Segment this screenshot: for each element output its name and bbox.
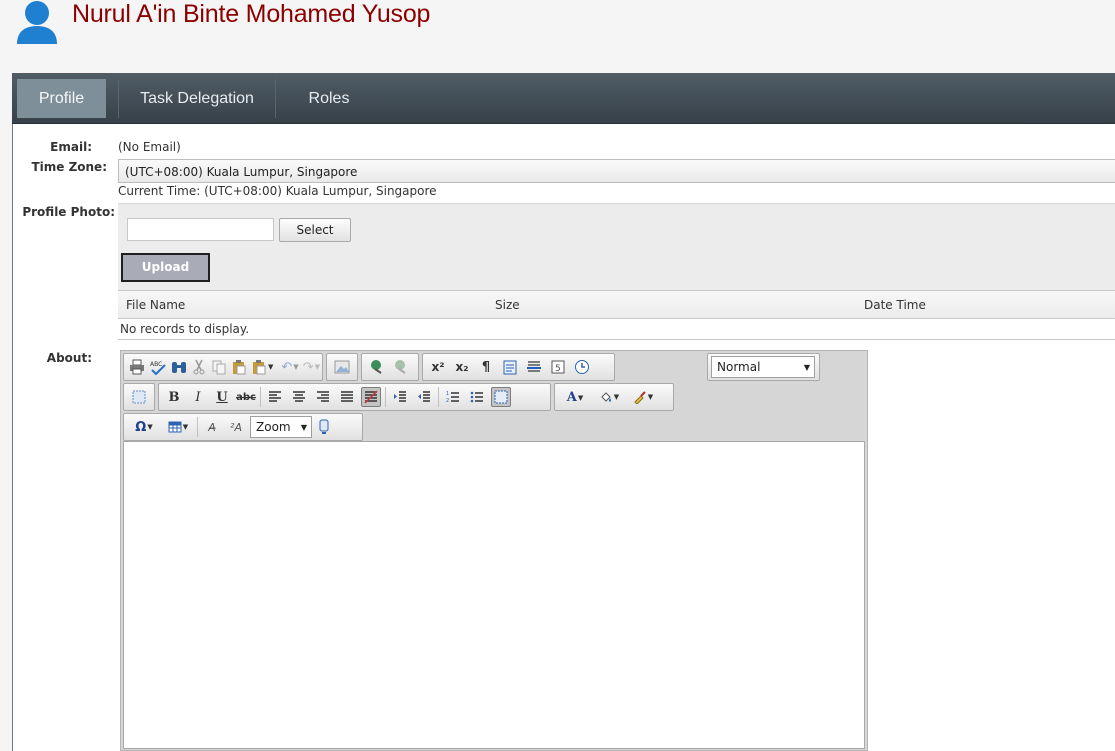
current-time-text: Current Time: (UTC+08:00) Kuala Lumpur, … — [118, 184, 437, 198]
toolbar-group — [326, 353, 358, 381]
select-file-button[interactable]: Select — [279, 218, 351, 242]
tab-profile[interactable]: Profile — [17, 79, 106, 118]
copy-icon[interactable] — [211, 357, 227, 377]
insert-date-icon[interactable] — [572, 357, 592, 377]
indent-icon[interactable] — [390, 387, 410, 407]
chevron-down-icon: ▼ — [803, 363, 810, 372]
column-size[interactable]: Size — [495, 298, 520, 312]
user-name-title: Nurul A'in Binte Mohamed Yusop — [72, 0, 431, 28]
paragraph-format-value: Normal — [717, 360, 761, 374]
tab-separator — [118, 79, 119, 118]
paragraph-format-select[interactable]: Normal ▼ — [711, 356, 815, 378]
redo-icon[interactable]: ↷ ▼ — [303, 357, 320, 377]
photo-upload-panel: Select Upload — [118, 203, 1115, 290]
italic-icon[interactable]: I — [188, 387, 208, 407]
justify-icon[interactable] — [337, 387, 357, 407]
toolbar-group: ABC ▼ ↶ ▼ ↷ ▼ — [123, 353, 323, 381]
remove-link-icon[interactable] — [391, 357, 411, 377]
editor-content-area[interactable] — [123, 441, 865, 749]
insert-snippet-icon[interactable] — [500, 357, 520, 377]
toolbar-group: A ▼ ▼ ▼ — [554, 383, 674, 411]
toggle-borders-icon[interactable] — [491, 387, 511, 407]
symbol-icon[interactable]: Ω ▼ — [129, 417, 159, 437]
print-icon[interactable] — [129, 357, 145, 377]
paragraph-icon[interactable]: ¶ — [476, 357, 496, 377]
toolbar-separator — [260, 387, 261, 407]
justify-none-icon[interactable] — [361, 387, 381, 407]
svg-text:ABC: ABC — [150, 361, 162, 368]
outdent-icon[interactable] — [414, 387, 434, 407]
toolbar-separator — [438, 387, 439, 407]
underline-icon[interactable]: U — [212, 387, 232, 407]
chevron-down-icon: ▼ — [300, 423, 307, 432]
upload-button[interactable]: Upload — [121, 253, 210, 282]
select-all-icon[interactable] — [129, 387, 149, 407]
svg-text:1: 1 — [446, 391, 449, 397]
files-table-header: File Name Size Date Time — [118, 290, 1115, 319]
cut-icon[interactable] — [191, 357, 207, 377]
timezone-select[interactable]: (UTC+08:00) Kuala Lumpur, Singapore — [118, 159, 1115, 183]
tab-separator — [275, 79, 276, 118]
about-label: About: — [46, 351, 92, 365]
subscript-icon[interactable]: x₂ — [452, 357, 472, 377]
toolbar-group: Ω ▼ ▼ A̶ ²A Zoom ▼ — [123, 413, 363, 441]
bold-icon[interactable]: B — [164, 387, 184, 407]
svg-text:2: 2 — [446, 398, 449, 404]
profile-photo-label: Profile Photo: — [22, 205, 115, 219]
apply-css-class-icon[interactable]: A̶ — [202, 417, 222, 437]
editor-toolbar-row-1: ABC ▼ ↶ ▼ ↷ ▼ x² x₂ ¶ 5 Normal ▼ — [123, 353, 867, 381]
tab-roles[interactable]: Roles — [294, 79, 364, 118]
foreground-color-icon[interactable]: A ▼ — [560, 387, 590, 407]
user-avatar-icon — [17, 1, 57, 44]
superscript-icon[interactable]: x² — [428, 357, 448, 377]
toolbar-separator — [385, 387, 386, 407]
background-color-icon[interactable]: ▼ — [594, 387, 624, 407]
undo-icon[interactable]: ↶ ▼ — [281, 357, 298, 377]
profile-content: Email: (No Email) Time Zone: (UTC+08:00)… — [12, 124, 1115, 751]
email-label: Email: — [50, 140, 92, 154]
bulleted-list-icon[interactable] — [467, 387, 487, 407]
toolbar-group: Normal ▼ — [707, 353, 820, 381]
form-element-icon[interactable]: 5 — [548, 357, 568, 377]
align-right-icon[interactable] — [313, 387, 333, 407]
files-table-empty-message: No records to display. — [118, 319, 1115, 340]
horizontal-rule-icon[interactable] — [524, 357, 544, 377]
tab-task-delegation[interactable]: Task Delegation — [127, 79, 267, 118]
zoom-value: Zoom — [256, 420, 291, 434]
paste-icon[interactable] — [231, 357, 247, 377]
module-manager-icon[interactable] — [314, 417, 334, 437]
align-center-icon[interactable] — [289, 387, 309, 407]
page-header: Nurul A'in Binte Mohamed Yusop — [0, 0, 1115, 73]
toolbar-group — [123, 383, 155, 411]
timezone-label: Time Zone: — [31, 160, 107, 174]
toolbar-separator — [197, 417, 198, 437]
paste-options-icon[interactable]: ▼ — [251, 357, 273, 377]
photo-file-input[interactable] — [127, 218, 274, 241]
zoom-select[interactable]: Zoom ▼ — [250, 416, 312, 438]
toolbar-group: B I U abc 1 2 — [158, 383, 551, 411]
strikethrough-icon[interactable]: abc — [236, 387, 256, 407]
hyperlink-icon[interactable] — [367, 357, 387, 377]
numbered-list-icon[interactable]: 12 — [443, 387, 463, 407]
email-value: (No Email) — [118, 140, 181, 154]
toolbar-group: x² x₂ ¶ 5 — [422, 353, 615, 381]
table-icon[interactable]: ▼ — [163, 417, 193, 437]
find-icon[interactable] — [171, 357, 187, 377]
format-sets-icon[interactable]: ²A — [226, 417, 246, 437]
align-left-icon[interactable] — [265, 387, 285, 407]
format-stripper-icon[interactable]: ▼ — [628, 387, 658, 407]
spellcheck-icon[interactable]: ABC — [149, 357, 167, 377]
column-date-time[interactable]: Date Time — [864, 298, 926, 312]
editor-toolbar-row-3: Ω ▼ ▼ A̶ ²A Zoom ▼ — [123, 413, 867, 441]
svg-text:5: 5 — [555, 364, 561, 374]
column-file-name[interactable]: File Name — [126, 298, 185, 312]
about-rich-text-editor: ABC ▼ ↶ ▼ ↷ ▼ x² x₂ ¶ 5 Normal ▼ B I U a… — [120, 350, 868, 751]
image-manager-icon[interactable] — [332, 357, 352, 377]
editor-toolbar-row-2: B I U abc 1 2 A ▼ ▼ ▼ — [123, 383, 867, 411]
toolbar-group — [361, 353, 419, 381]
profile-tabs-bar: Profile Task Delegation Roles — [12, 73, 1115, 124]
